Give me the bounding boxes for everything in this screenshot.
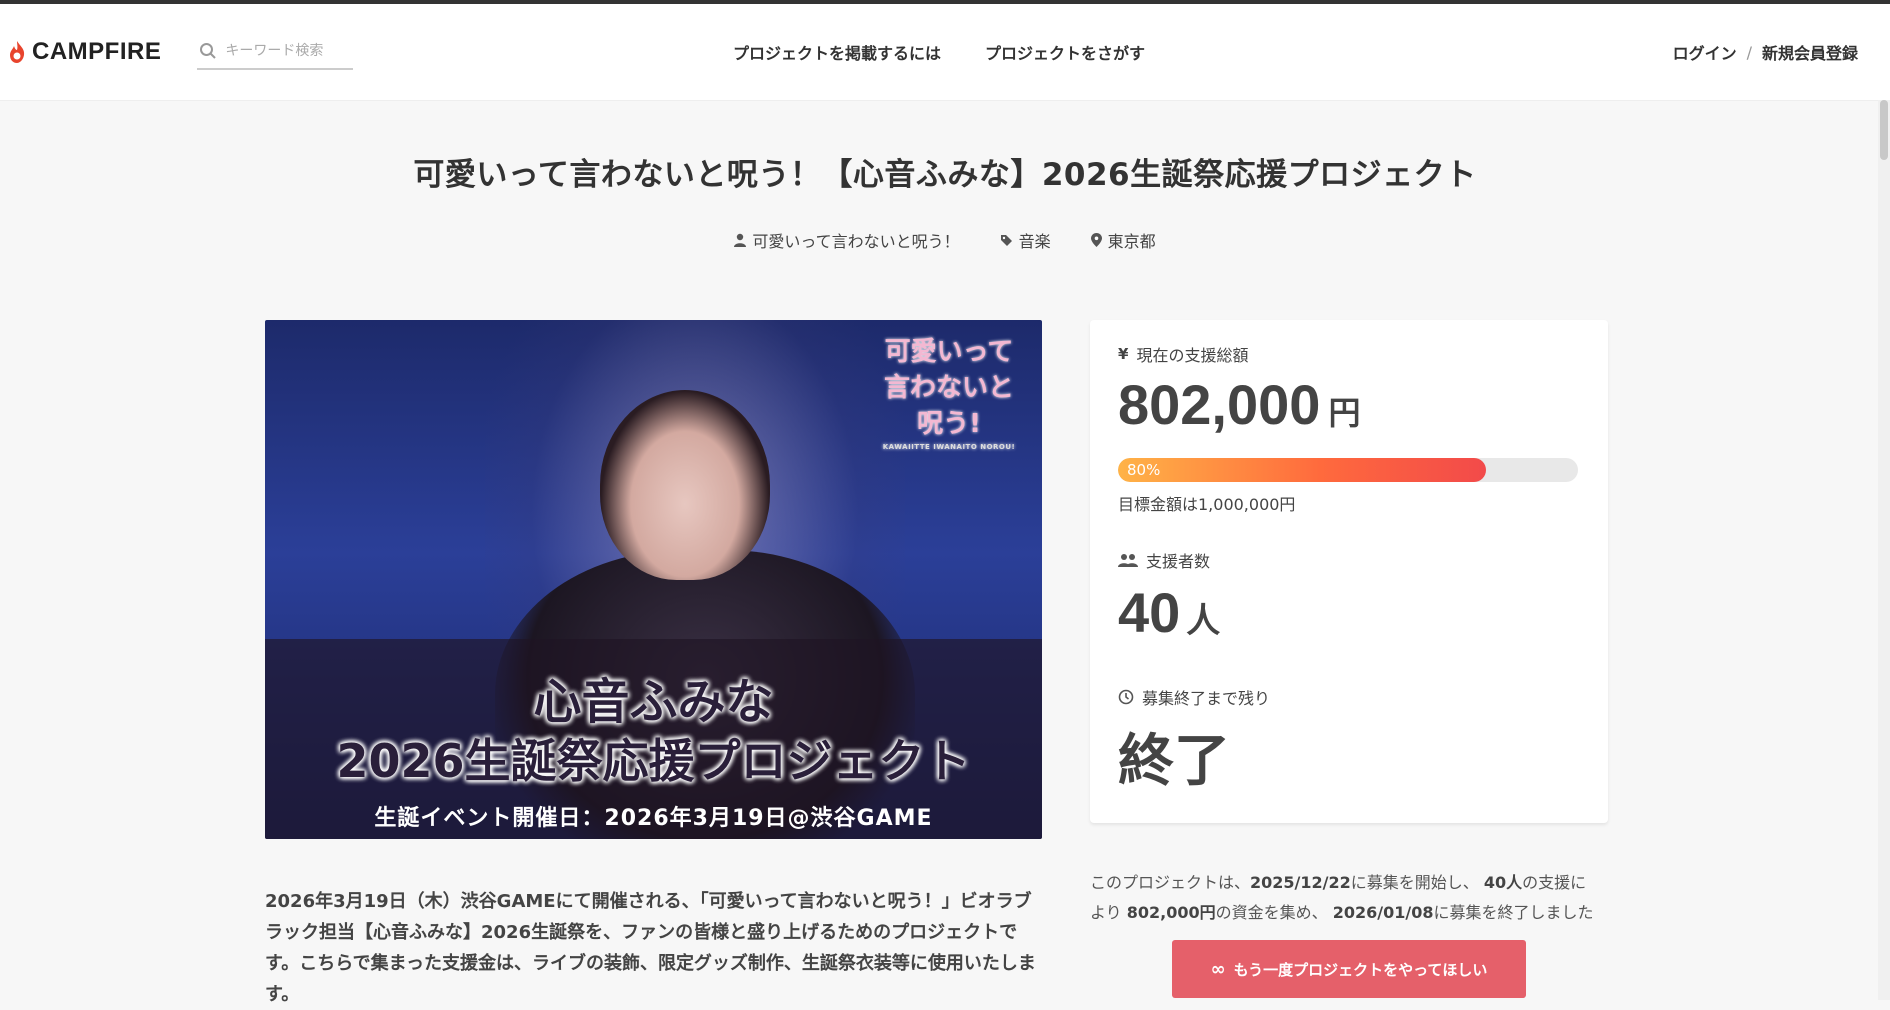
campfire-logo[interactable]: CAMPFIRE [8,38,161,66]
goal-amount: 目標金額は1,000,000円 [1118,495,1296,514]
nav-list-project[interactable]: プロジェクトを掲載するには [733,40,941,64]
progress-bar: 80% [1118,458,1578,482]
category-name: 音楽 [1018,232,1051,251]
progress-fill [1118,458,1486,482]
remaining-label-row: 募集終了まで残り [1118,685,1270,709]
auth-separator: / [1746,42,1752,62]
summary-text-2: に募集を開始し、 [1350,873,1484,892]
summary-end-date: 2026/01/08 [1332,903,1434,922]
backers-label: 支援者数 [1146,552,1211,571]
amount-raised: 802,000 円 [1118,372,1360,437]
summary-text-1: このプロジェクトは、 [1090,873,1251,892]
owner-name: 可愛いって言わないと呪う！ [752,232,960,251]
search-input[interactable] [223,42,348,60]
request-again-label: もう一度プロジェクトをやってほしい [1233,960,1488,979]
summary-amount: 802,000円 [1126,903,1216,922]
backers-count: 40 人 [1118,580,1220,645]
summary-start-date: 2025/12/22 [1250,873,1351,892]
amount-label-row: ¥ 現在の支援総額 [1118,342,1248,366]
main-nav: プロジェクトを掲載するには プロジェクトをさがす [733,4,1145,100]
amount-unit: 円 [1328,394,1361,432]
hero-headline-project: 2026生誕祭応援プロジェクト [336,734,971,788]
group-logo-line1: 可愛いって [884,337,1014,367]
users-icon [1118,554,1138,567]
group-logo-sub: KAWAIITTE IWANAITO NOROU! [882,443,1016,451]
group-logo-line2: 言わないと [883,373,1014,403]
category-item[interactable]: 音楽 [1000,228,1051,252]
auth-links: ログイン / 新規会員登録 [1673,4,1858,100]
tag-icon [1000,234,1012,246]
owner-item[interactable]: 可愛いって言わないと呪う！ [734,228,960,252]
hero-headline-name: 心音ふみな [533,674,774,730]
project-hero-image: 可愛いって 言わないと 呪う! KAWAIITTE IWANAITO NOROU… [265,320,1042,839]
remaining-value: 終了 [1118,729,1230,794]
scrollbar-thumb[interactable] [1880,100,1888,160]
backers-value: 40 [1118,581,1181,644]
location-name: 東京都 [1107,232,1156,251]
summary-backers: 40人 [1483,873,1523,892]
group-logo: 可愛いって 言わないと 呪う! KAWAIITTE IWANAITO NOROU… [874,334,1024,452]
performer [600,390,770,580]
amount-value: 802,000 [1118,373,1321,436]
funding-card: ¥ 現在の支援総額 802,000 円 80% 目標金額は1,000,000円 支… [1090,320,1608,823]
request-again-button[interactable]: ∞ もう一度プロジェクトをやってほしい [1172,940,1526,998]
logo-text: CAMPFIRE [32,38,162,65]
clock-icon [1118,689,1134,705]
search-icon [200,43,217,59]
remaining-label: 募集終了まで残り [1142,689,1271,708]
location-item[interactable]: 東京都 [1090,228,1156,252]
yen-icon: ¥ [1118,345,1129,363]
group-logo-line3: 呪う! [917,409,981,439]
nav-find-project[interactable]: プロジェクトをさがす [985,40,1145,64]
backers-unit: 人 [1186,601,1221,641]
signup-link[interactable]: 新規会員登録 [1762,40,1858,64]
login-link[interactable]: ログイン [1673,40,1737,64]
search-box[interactable] [197,34,354,70]
project-title: 可愛いって言わないと呪う！【心音ふみな】2026生誕祭応援プロジェクト [413,157,1477,193]
project-description: 2026年3月19日（木）渋谷GAMEにて開催される、「可愛いって言わないと呪う… [265,891,1036,1005]
summary-text-4: の資金を集め、 [1215,903,1333,922]
project-meta: 可愛いって言わないと呪う！ 音楽 東京都 [0,228,1890,252]
project-summary: このプロジェクトは、2025/12/22に募集を開始し、 40人の支援により 8… [1090,868,1600,928]
infinity-icon: ∞ [1210,958,1226,980]
hero-event-date: 生誕イベント開催日：2026年3月19日@渋谷GAME [374,806,933,831]
site-header: CAMPFIRE プロジェクトを掲載するには プロジェクトをさがす ログイン /… [0,4,1890,101]
project-header: 可愛いって言わないと呪う！【心音ふみな】2026生誕祭応援プロジェクト 可愛いっ… [0,101,1890,252]
flame-icon [10,41,25,63]
user-icon [734,233,747,247]
backers-label-row: 支援者数 [1118,548,1210,572]
page-scrollbar[interactable] [1878,100,1890,1000]
amount-label: 現在の支援総額 [1136,346,1249,365]
progress-percent: 80% [1127,461,1161,479]
summary-text-5: に募集を終了しました [1433,903,1594,922]
map-pin-icon [1090,233,1102,247]
